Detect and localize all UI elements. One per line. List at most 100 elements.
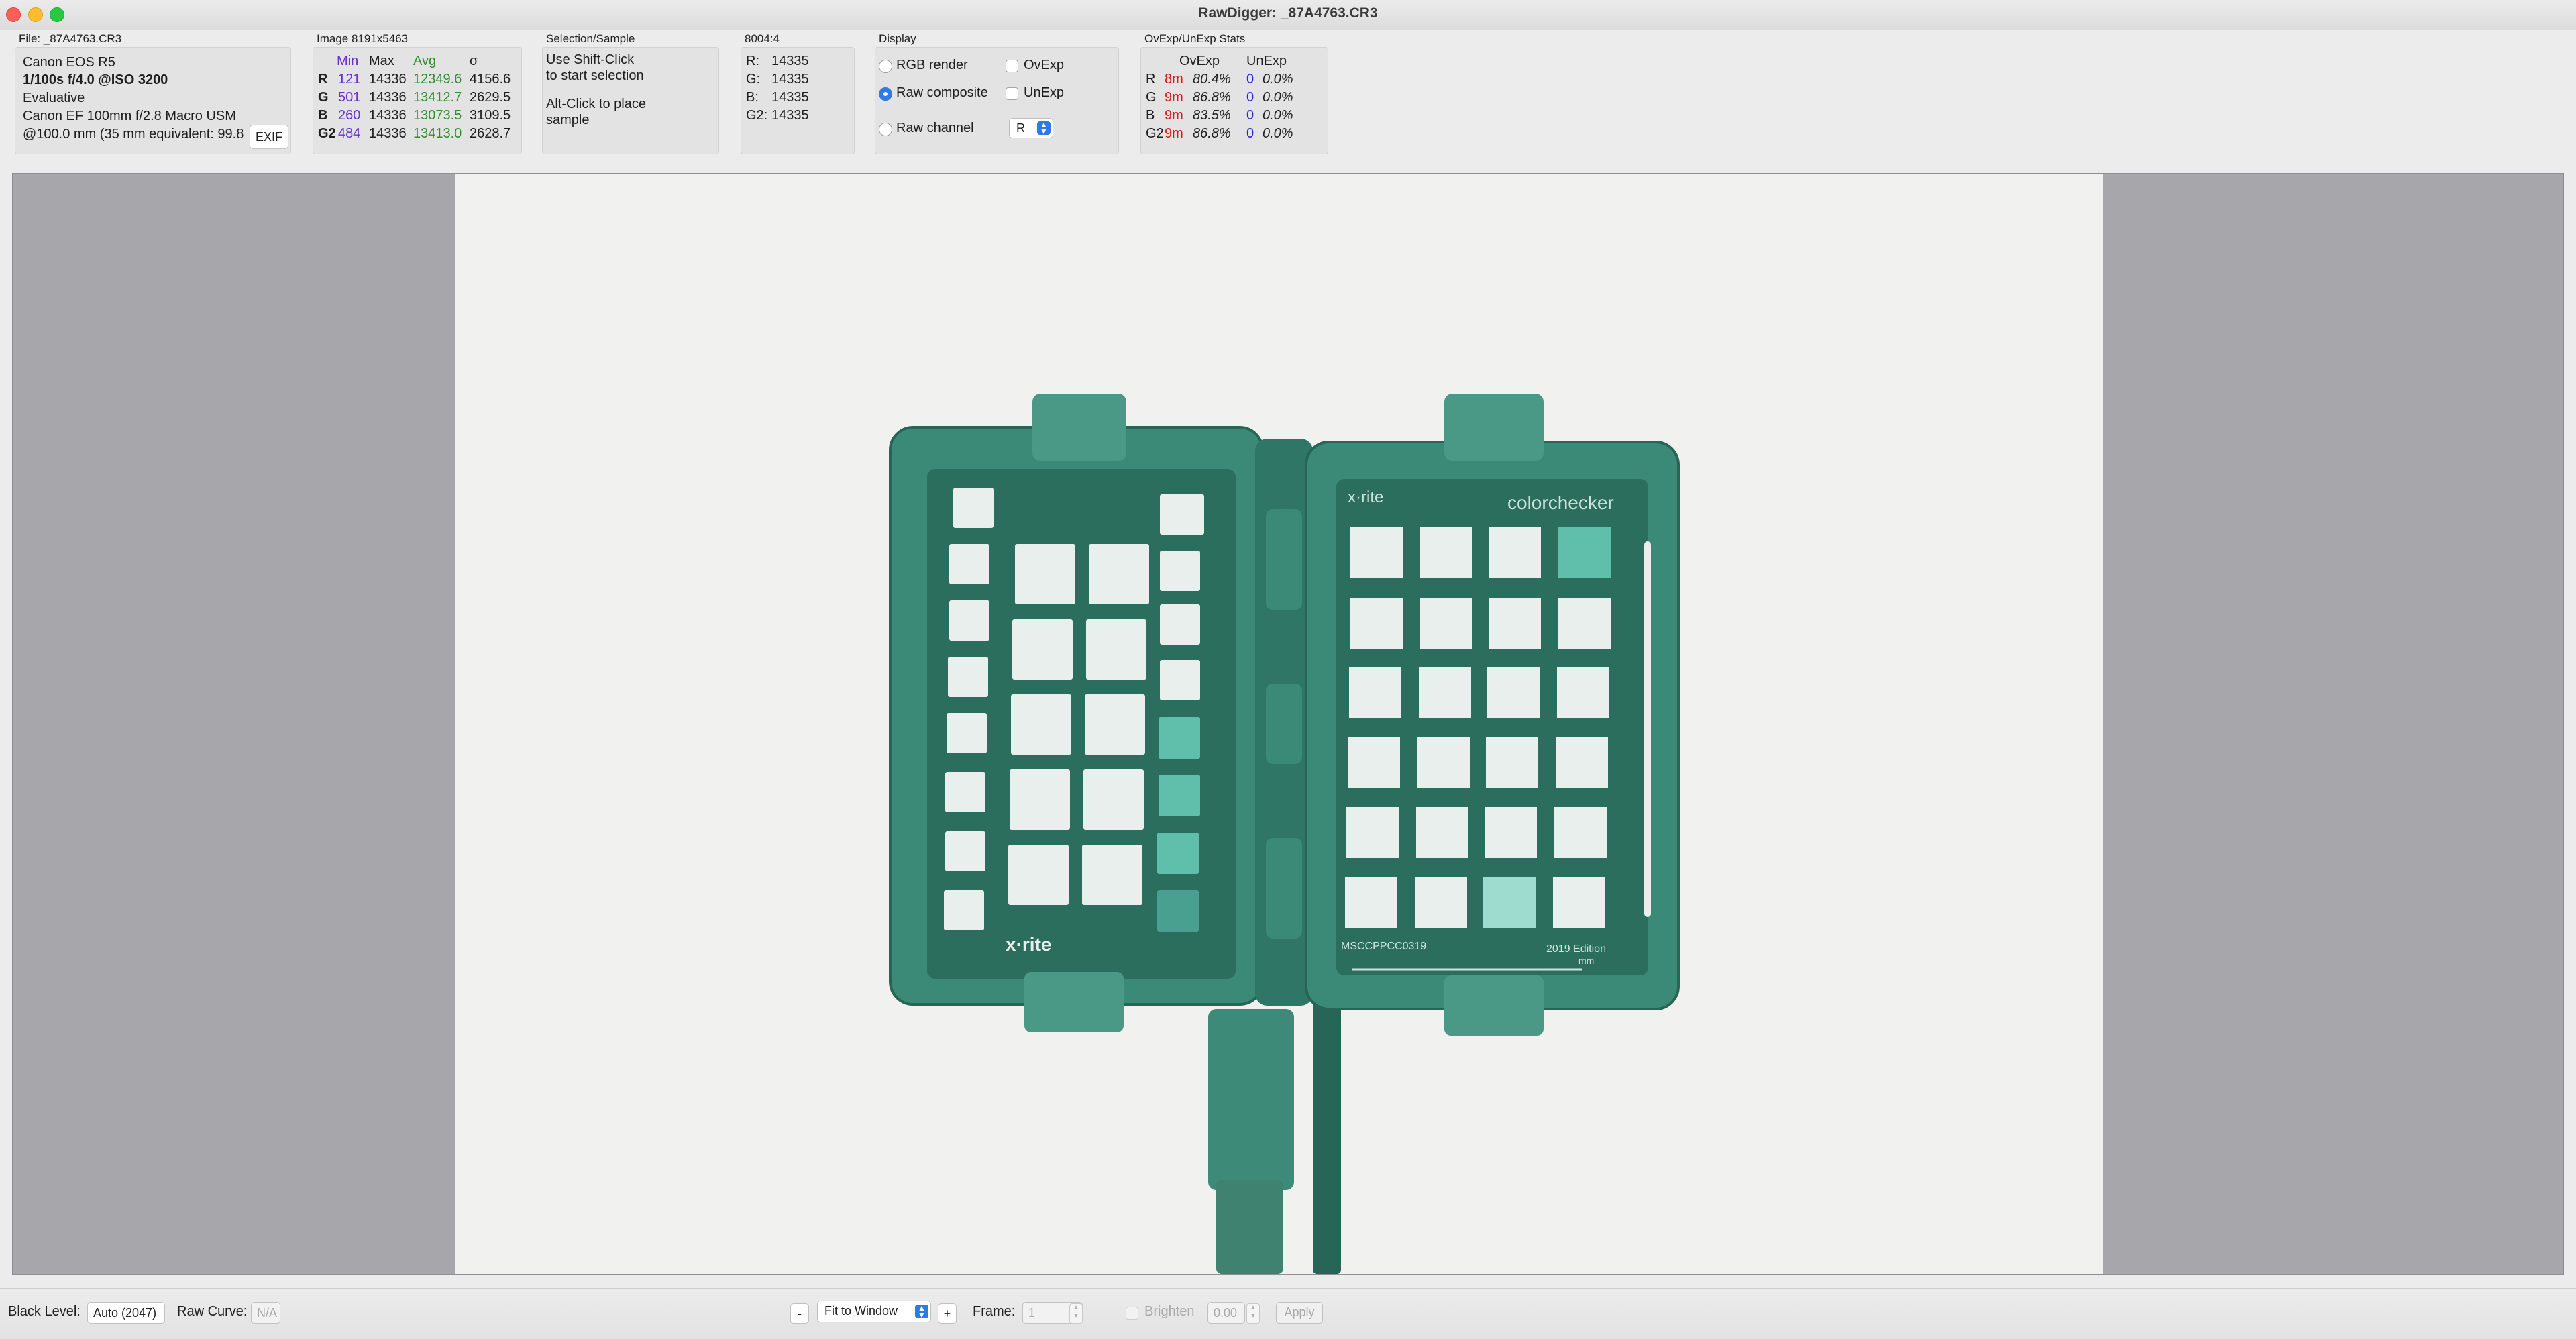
strap	[1313, 999, 1341, 1274]
stand-mount	[1208, 1009, 1294, 1190]
sample-value: 14335	[771, 72, 809, 87]
col-max-header: Max	[369, 54, 394, 68]
top-clip-right	[1444, 394, 1544, 461]
stats-row-channel: G2	[318, 126, 336, 141]
ovexp-percent: 86.8%	[1193, 90, 1231, 105]
sample-channel: G2:	[746, 108, 768, 123]
ovexp-header: OvExp	[1179, 54, 1220, 68]
sample-value: 14335	[771, 108, 809, 123]
unexp-label[interactable]: UnExp	[1024, 85, 1064, 101]
colorchecker-brand: colorchecker	[1507, 492, 1614, 513]
stats-row-sigma: 2629.5	[470, 90, 511, 105]
brighten-checkbox[interactable]	[1126, 1307, 1138, 1320]
ovexp-count: 9m	[1165, 90, 1183, 105]
col-sigma-header: σ	[470, 54, 478, 68]
camera-model: Canon EOS R5	[23, 55, 115, 70]
image-viewer[interactable]: x·rite x·rite colorchecker MSCCPPCC0319 …	[12, 173, 2564, 1275]
unexp-count: 0	[1246, 126, 1254, 141]
raw-image-canvas[interactable]: x·rite x·rite colorchecker MSCCPPCC0319 …	[455, 174, 2103, 1274]
stand-pole	[1216, 1180, 1283, 1274]
raw-composite-label[interactable]: Raw composite	[896, 85, 988, 101]
stats-row-max: 14336	[369, 108, 407, 123]
hinge-segment	[1266, 684, 1302, 764]
raw-channel-radio[interactable]	[879, 123, 892, 136]
zoom-mode-select[interactable]: Fit to Window ▲ ▼	[817, 1301, 931, 1322]
stats-row-max: 14336	[369, 72, 407, 87]
colorchecker-photo: x·rite x·rite colorchecker MSCCPPCC0319 …	[889, 394, 1680, 1274]
exp-row-channel: R	[1146, 72, 1156, 87]
stats-row-sigma: 3109.5	[470, 108, 511, 123]
xrite-logo: x·rite	[1006, 934, 1051, 955]
ovexp-percent: 86.8%	[1193, 126, 1231, 141]
rgb-render-radio[interactable]	[879, 60, 892, 73]
black-level-label: Black Level:	[8, 1304, 80, 1319]
stats-row-avg: 13413.0	[413, 126, 462, 141]
unexp-checkbox[interactable]	[1006, 87, 1018, 100]
window-title: RawDigger: _87A4763.CR3	[1198, 5, 1378, 21]
exp-row-channel: G2	[1146, 126, 1164, 141]
black-level-field[interactable]: Auto (2047)	[87, 1302, 165, 1324]
exif-button[interactable]: EXIF	[250, 125, 288, 149]
rgb-render-label[interactable]: RGB render	[896, 58, 968, 73]
focal-length: @100.0 mm (35 mm equivalent: 99.8	[23, 127, 244, 142]
frame-stepper[interactable]: ▲ ▼	[1069, 1303, 1083, 1324]
ovexp-label[interactable]: OvExp	[1024, 58, 1064, 73]
zoom-in-button[interactable]: +	[938, 1303, 957, 1324]
unexp-percent: 0.0%	[1263, 126, 1293, 141]
stats-row-min: 260	[338, 108, 361, 123]
ovexp-checkbox[interactable]	[1006, 60, 1018, 72]
raw-composite-radio[interactable]	[879, 87, 892, 101]
raw-curve-field[interactable]: N/A	[251, 1302, 280, 1324]
sample-value: 14335	[771, 54, 809, 68]
apply-button[interactable]: Apply	[1276, 1302, 1323, 1324]
exp-row-channel: G	[1146, 90, 1157, 105]
sample-channel: G:	[746, 72, 761, 87]
zoom-out-button[interactable]: -	[790, 1303, 809, 1324]
unexp-percent: 0.0%	[1263, 90, 1293, 105]
exp-row-channel: B	[1146, 108, 1155, 123]
sample-channel: B:	[746, 90, 759, 105]
selection-hint: Use Shift-Click	[546, 52, 635, 67]
title-bar: RawDigger: _87A4763.CR3	[0, 0, 2576, 30]
lens-info: Canon EF 100mm f/2.8 Macro USM	[23, 109, 236, 123]
card-edition: 2019 Edition	[1546, 943, 1606, 955]
sample-hint: sample	[546, 113, 590, 127]
card-code: MSCCPPCC0319	[1341, 941, 1426, 952]
stats-row-avg: 13073.5	[413, 108, 462, 123]
ovexp-percent: 83.5%	[1193, 108, 1231, 123]
stats-row-sigma: 2628.7	[470, 126, 511, 141]
exposure-info: 1/100s f/4.0 @ISO 3200	[23, 72, 168, 87]
sample-channel: R:	[746, 54, 759, 68]
unexp-count: 0	[1246, 72, 1254, 87]
metering-mode: Evaluative	[23, 91, 85, 105]
top-clip-left	[1032, 394, 1126, 461]
unexp-header: UnExp	[1246, 54, 1287, 68]
selection-hint: to start selection	[546, 68, 644, 83]
stats-row-avg: 13412.7	[413, 90, 462, 105]
stats-row-channel: G	[318, 90, 329, 105]
hinge-segment	[1266, 838, 1302, 939]
brighten-field[interactable]: 0.00	[1208, 1302, 1245, 1324]
channel-select-value: R	[1016, 121, 1025, 135]
bottom-clip-left	[1024, 972, 1124, 1032]
display-label: Display	[879, 32, 916, 45]
file-label: File: _87A4763.CR3	[19, 32, 122, 45]
brighten-stepper[interactable]: ▲ ▼	[1246, 1303, 1260, 1324]
xrite-logo-right: x·rite	[1348, 488, 1383, 506]
stats-row-min: 121	[338, 72, 361, 87]
ovexp-count: 9m	[1165, 108, 1183, 123]
channel-select[interactable]: R ▲ ▼	[1009, 118, 1053, 138]
stats-row-avg: 12349.6	[413, 72, 462, 87]
sample-hint: Alt-Click to place	[546, 97, 646, 111]
unexp-count: 0	[1246, 90, 1254, 105]
stats-row-max: 14336	[369, 126, 407, 141]
col-min-header: Min	[337, 54, 359, 68]
bottom-clip-right	[1444, 975, 1544, 1036]
unexp-percent: 0.0%	[1263, 108, 1293, 123]
chevron-updown-icon: ▲ ▼	[915, 1304, 928, 1319]
stats-row-channel: B	[318, 108, 328, 123]
raw-channel-label[interactable]: Raw channel	[896, 121, 974, 136]
stats-row-channel: R	[318, 72, 328, 87]
stats-row-min: 501	[338, 90, 361, 105]
col-avg-header: Avg	[413, 54, 437, 68]
